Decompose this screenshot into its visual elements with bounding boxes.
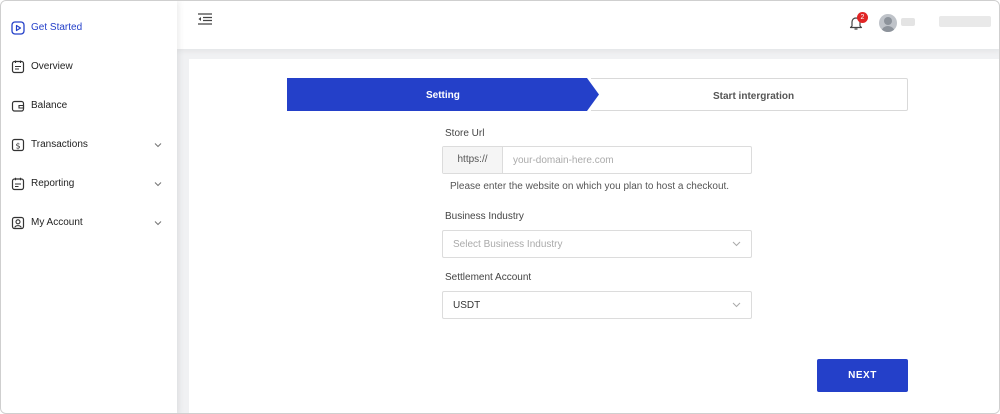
sidebar-item-label: Get Started bbox=[31, 22, 83, 33]
chevron-down-icon bbox=[154, 221, 162, 226]
store-url-input[interactable] bbox=[504, 147, 751, 173]
play-square-icon bbox=[11, 21, 25, 35]
app-window: Get Started Overview Balance $ Transacti… bbox=[0, 0, 1000, 414]
chevron-down-icon bbox=[154, 182, 162, 187]
user-name-redacted bbox=[939, 16, 991, 27]
chevron-down-icon bbox=[732, 302, 741, 308]
menu-fold-icon[interactable] bbox=[197, 12, 213, 26]
wallet-icon bbox=[11, 100, 25, 112]
sidebar-item-label: Balance bbox=[31, 100, 68, 111]
step-label: Start intergration bbox=[713, 91, 795, 102]
user-square-icon bbox=[11, 216, 25, 230]
avatar[interactable] bbox=[879, 14, 897, 32]
url-prefix: https:// bbox=[443, 147, 503, 173]
sidebar-item-overview[interactable]: Overview bbox=[1, 55, 177, 79]
store-url-help: Please enter the website on which you pl… bbox=[450, 181, 730, 192]
svg-text:$: $ bbox=[15, 141, 20, 150]
settlement-account-select[interactable]: USDT bbox=[442, 291, 752, 319]
select-value: USDT bbox=[453, 300, 481, 311]
store-url-group: https:// bbox=[442, 146, 752, 174]
top-header: 2 bbox=[177, 1, 999, 49]
sidebar-item-get-started[interactable]: Get Started bbox=[1, 16, 177, 40]
step-setting[interactable]: Setting bbox=[287, 78, 599, 111]
sidebar-item-reporting[interactable]: Reporting bbox=[1, 172, 177, 196]
sidebar-item-transactions[interactable]: $ Transactions bbox=[1, 133, 177, 157]
report-icon bbox=[11, 177, 25, 191]
next-button[interactable]: NEXT bbox=[817, 359, 908, 392]
select-placeholder: Select Business Industry bbox=[453, 239, 563, 250]
chevron-down-icon bbox=[154, 143, 162, 148]
business-industry-select[interactable]: Select Business Industry bbox=[442, 230, 752, 258]
step-label: Setting bbox=[426, 90, 460, 101]
step-start-integration[interactable]: Start intergration bbox=[591, 78, 908, 111]
sidebar-item-balance[interactable]: Balance bbox=[1, 94, 177, 118]
settlement-account-label: Settlement Account bbox=[445, 272, 532, 283]
business-industry-label: Business Industry bbox=[445, 211, 524, 222]
sidebar-item-label: Overview bbox=[31, 61, 73, 72]
user-name-redacted bbox=[901, 18, 915, 26]
notepad-icon bbox=[11, 60, 25, 74]
sidebar-item-label: Transactions bbox=[31, 139, 88, 150]
notification-badge: 2 bbox=[857, 12, 868, 23]
dollar-doc-icon: $ bbox=[11, 138, 25, 152]
sidebar-item-label: Reporting bbox=[31, 178, 75, 189]
store-url-label: Store Url bbox=[445, 128, 485, 139]
sidebar: Get Started Overview Balance $ Transacti… bbox=[1, 1, 177, 413]
sidebar-item-label: My Account bbox=[31, 217, 83, 228]
chevron-down-icon bbox=[732, 241, 741, 247]
sidebar-item-my-account[interactable]: My Account bbox=[1, 211, 177, 235]
